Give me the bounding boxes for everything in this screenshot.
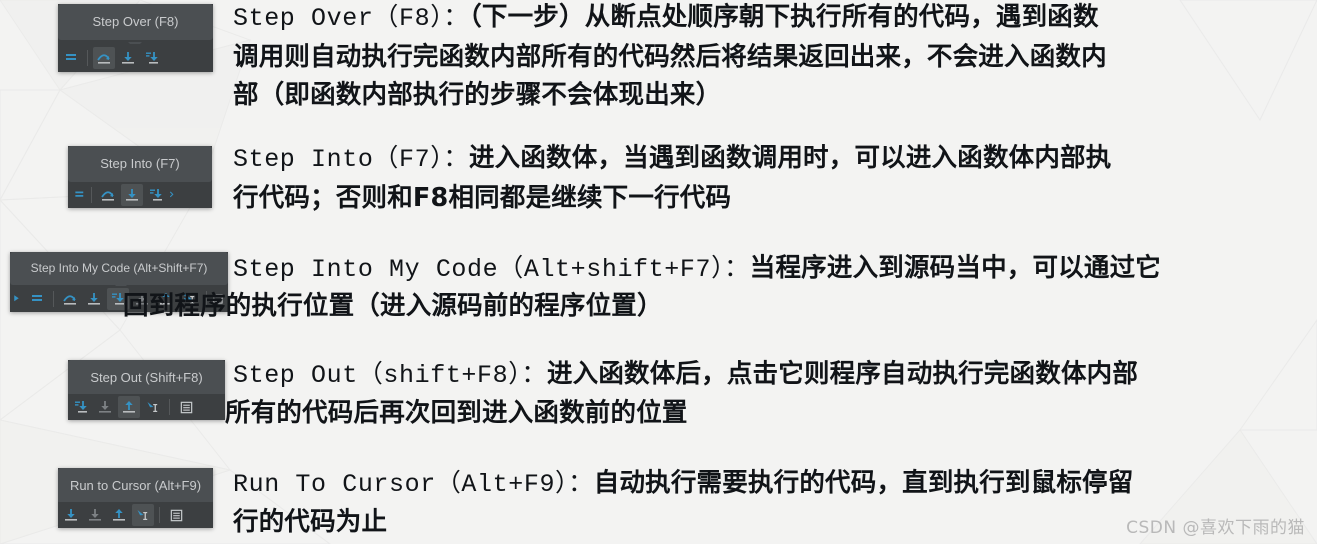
toolbar-divider <box>91 187 92 203</box>
step-over-icon[interactable] <box>59 288 81 310</box>
toolbar-divider <box>53 291 54 307</box>
step-into-icon[interactable] <box>60 504 82 526</box>
body-step-into-my-code-1: 当程序进入到源码当中，可以通过它 <box>749 253 1161 283</box>
debug-toolbar <box>58 44 213 72</box>
paragraph-step-out: Step Out（shift+F8）：进入函数体后，点击它则程序自动执行完函数体… <box>233 355 1303 395</box>
body-step-over-2: 调用则自动执行完函数内部所有的代码然后将结果返回出来，不会进入函数内 <box>233 42 1107 72</box>
body-step-into-my-code-2: 回到程序的执行位置（进入源码前的程序位置） <box>123 291 663 321</box>
screenshot-step-out: Step Out (Shift+F8) <box>68 360 225 420</box>
tooltip-step-out: Step Out (Shift+F8) <box>68 360 225 396</box>
step-into-my-code-icon[interactable] <box>141 47 163 69</box>
step-over-icon[interactable] <box>93 47 115 69</box>
paragraph-run-to-cursor: Run To Cursor（Alt+F9）：自动执行需要执行的代码，直到执行到鼠… <box>233 464 1303 504</box>
body-step-into-1: 进入函数体，当遇到函数调用时，可以进入函数体内部执 <box>468 143 1112 173</box>
step-out-icon[interactable] <box>118 396 140 418</box>
toolbar-divider <box>87 50 88 66</box>
step-into-my-code-icon[interactable] <box>70 396 92 418</box>
body-step-over-3: 部（即函数内部执行的步骤不会体现出来） <box>233 80 722 110</box>
show-execution-point-icon[interactable] <box>60 47 82 69</box>
evaluate-expression-icon[interactable] <box>165 504 187 526</box>
paragraph-step-over: Step Over（F8）：（下一步）从断点处顺序朝下执行所有的代码，遇到函数 … <box>233 0 1303 114</box>
debug-toolbar <box>68 394 225 420</box>
step-over-icon[interactable] <box>97 184 119 206</box>
heading-step-over: Step Over（F8）： <box>233 4 469 33</box>
debug-toolbar <box>68 182 212 208</box>
screenshot-step-into: Step Into (F7) <box>68 146 212 208</box>
body-step-into-2: 行代码；否则和F8相同都是继续下一行代码 <box>233 183 732 213</box>
tooltip-step-into: Step Into (F7) <box>68 146 212 182</box>
run-to-cursor-icon[interactable] <box>142 396 164 418</box>
force-step-into-icon[interactable] <box>84 504 106 526</box>
step-into-icon[interactable] <box>83 288 105 310</box>
tooltip-run-to-cursor: Run to Cursor (Alt+F9) <box>58 468 213 504</box>
tooltip-step-over: Step Over (F8) <box>58 4 213 40</box>
debug-toolbar <box>58 502 213 528</box>
step-into-my-code-icon[interactable] <box>145 184 167 206</box>
heading-run-to-cursor: Run To Cursor（Alt+F9）： <box>233 470 594 499</box>
run-to-cursor-icon[interactable] <box>132 504 154 526</box>
body-step-out-1: 进入函数体后，点击它则程序自动执行完函数体内部 <box>546 359 1139 389</box>
run-icon[interactable] <box>12 288 24 310</box>
paragraph-step-out-cont: 所有的代码后再次回到进入函数前的位置 <box>225 394 1315 432</box>
toolbar-divider <box>169 399 170 415</box>
body-step-over-1: （下一步）从断点处顺序朝下执行所有的代码，遇到函数 <box>468 2 1099 32</box>
body-run-to-cursor-2: 行的代码为止 <box>233 507 388 537</box>
paragraph-step-into-my-code: Step Into My Code（Alt+shift+F7）：当程序进入到源码… <box>233 249 1303 289</box>
show-execution-point-icon[interactable] <box>70 184 86 206</box>
paragraph-step-into: Step Into（F7）：进入函数体，当遇到函数调用时，可以进入函数体内部执 … <box>233 139 1303 217</box>
force-step-into-icon[interactable] <box>169 184 179 206</box>
paragraph-step-into-my-code-cont: 回到程序的执行位置（进入源码前的程序位置） <box>123 287 1303 325</box>
toolbar-divider <box>159 507 160 523</box>
step-out-icon[interactable] <box>108 504 130 526</box>
show-execution-point-icon[interactable] <box>26 288 48 310</box>
force-step-into-icon[interactable] <box>94 396 116 418</box>
step-into-icon[interactable] <box>121 184 143 206</box>
body-step-out-2: 所有的代码后再次回到进入函数前的位置 <box>225 398 688 428</box>
heading-step-into: Step Into（F7）： <box>233 145 469 174</box>
tooltip-step-into-my-code: Step Into My Code (Alt+Shift+F7) <box>10 252 228 285</box>
body-run-to-cursor-1: 自动执行需要执行的代码，直到执行到鼠标停留 <box>593 468 1134 498</box>
watermark: CSDN @喜欢下雨的猫 <box>1126 518 1305 538</box>
heading-step-into-my-code: Step Into My Code（Alt+shift+F7）： <box>233 255 750 284</box>
screenshot-step-over: Step Over (F8) <box>58 4 213 72</box>
screenshot-run-to-cursor: Run to Cursor (Alt+F9) <box>58 468 213 528</box>
step-into-icon[interactable] <box>117 47 139 69</box>
evaluate-expression-icon[interactable] <box>175 396 197 418</box>
heading-step-out: Step Out（shift+F8）： <box>233 361 547 390</box>
slide-content: Step Over (F8) Step Over（F8）：（下一步）从断点处顺序… <box>0 0 1317 544</box>
